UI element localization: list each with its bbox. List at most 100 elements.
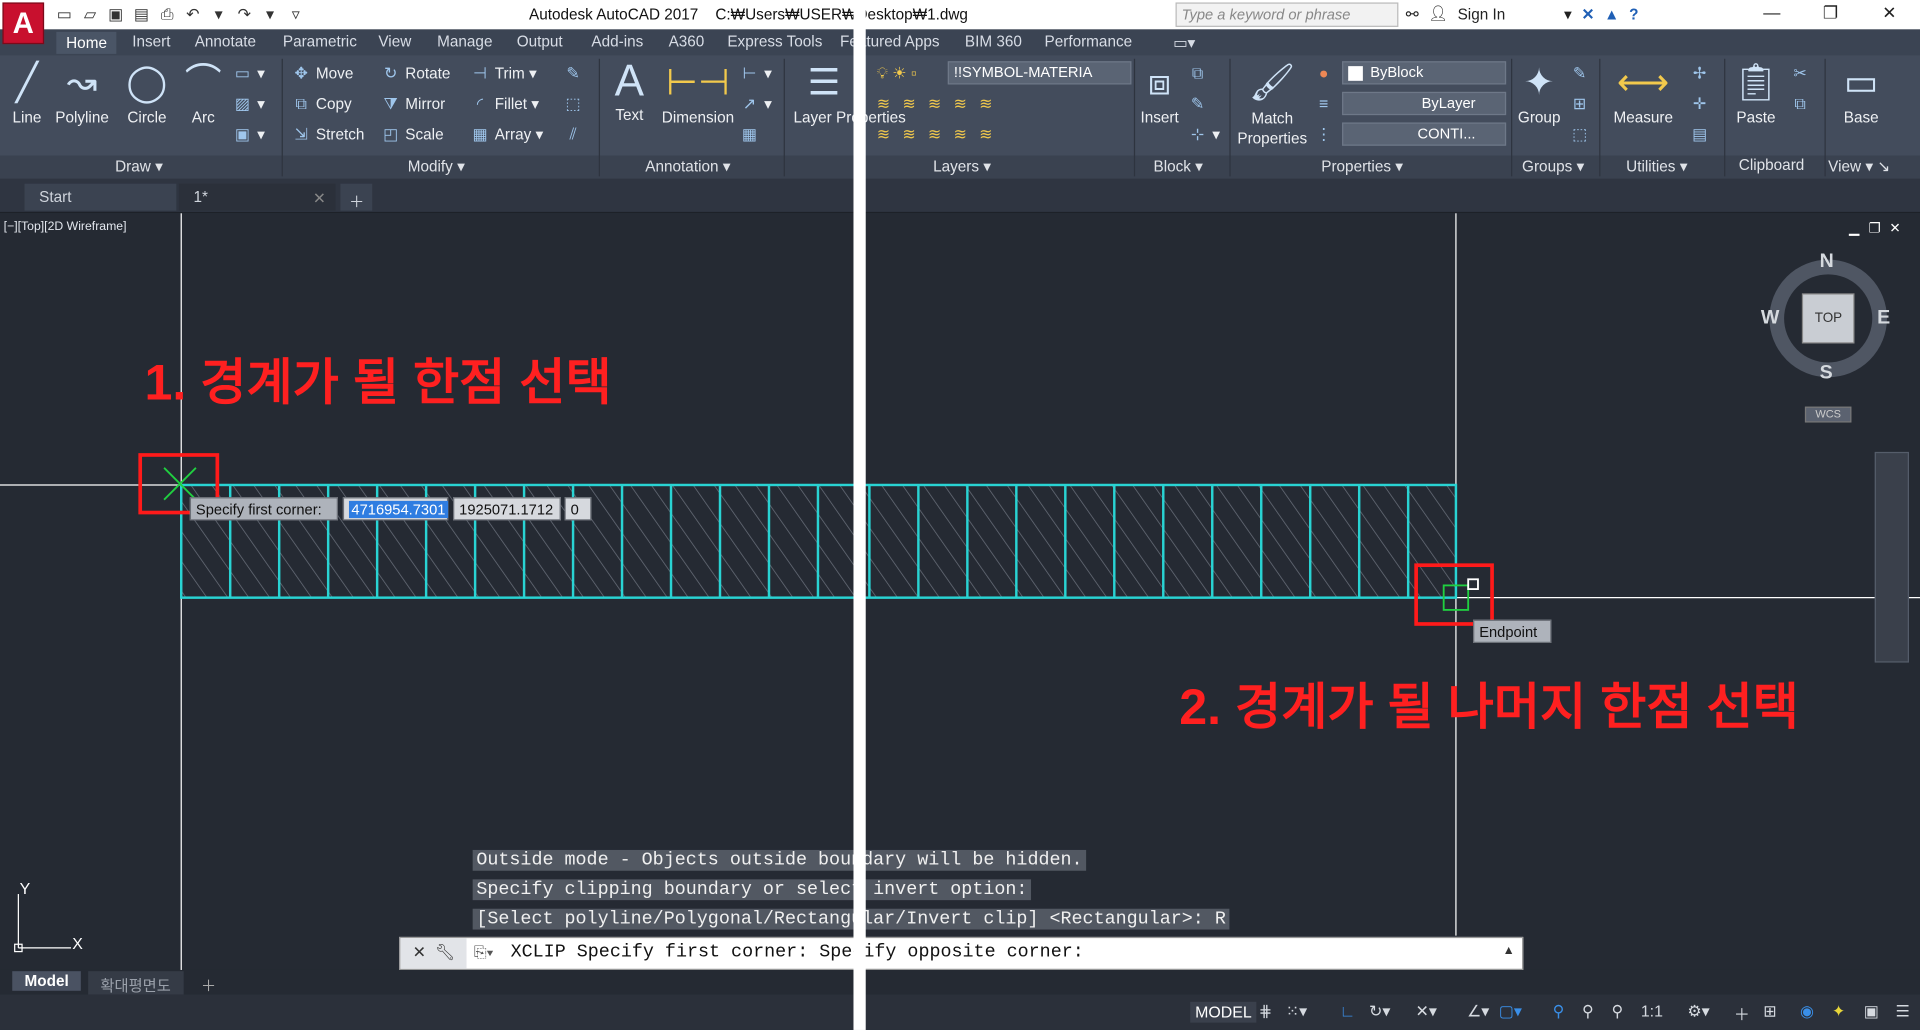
dynamic-input-z[interactable]: 0 — [564, 497, 592, 521]
close-command-line-icon[interactable]: ✕ — [413, 943, 426, 961]
panel-annotation[interactable]: Annotation ▾ — [645, 157, 730, 175]
panel-groups[interactable]: Groups ▾ — [1522, 157, 1584, 175]
sign-in-button[interactable]: Sign In — [1458, 6, 1506, 23]
compass-n[interactable]: N — [1820, 251, 1834, 273]
tab-layout1[interactable]: 확대평면도 — [88, 971, 184, 997]
tab-bim-360[interactable]: BIM 360 — [965, 33, 1022, 50]
layer-dropdown[interactable]: !!SYMBOL-MATERIA — [947, 61, 1132, 85]
group-edit-icon[interactable]: ⊞ — [1570, 94, 1594, 114]
fillet-button[interactable]: ◜ Fillet ▾ — [470, 94, 539, 114]
polyline-button[interactable]: ↝ Polyline — [54, 61, 110, 126]
sign-in-dropdown-icon[interactable]: ▾ — [1564, 5, 1572, 23]
command-history-toggle-icon[interactable]: ▲ — [1503, 944, 1515, 957]
save-icon[interactable]: ▣ — [105, 5, 126, 25]
panel-view[interactable]: View ▾ ↘ — [1828, 157, 1890, 175]
explode-icon[interactable]: ⬚ — [563, 94, 587, 114]
copy-button[interactable]: ⧉ Copy — [291, 94, 352, 114]
object-snap-icon[interactable]: ▢▾ — [1499, 1002, 1522, 1022]
measure-button[interactable]: ⟷ Measure — [1609, 61, 1678, 126]
auto-scale-icon[interactable]: ⚲ — [1582, 1002, 1594, 1022]
lightbulb-icon[interactable]: 💡︎ ☀ ▫ — [877, 64, 917, 84]
customize-qat-icon[interactable]: ▿ — [285, 5, 306, 25]
dimension-button[interactable]: ⊢⊣ Dimension — [661, 61, 734, 126]
offset-icon[interactable]: ⫽ — [563, 125, 587, 145]
circle-button[interactable]: ◯ Circle — [124, 61, 171, 126]
viewport-restore-icon[interactable]: ❐ — [1869, 220, 1881, 237]
panel-draw[interactable]: Draw ▾ — [115, 157, 163, 175]
linear-dim-icon[interactable]: ⊢ ▾ — [740, 64, 771, 84]
erase-icon[interactable]: ✎ — [563, 64, 587, 84]
command-line[interactable]: ✕ 🔧︎ ⎘▾ XCLIP Specify first corner: Spec… — [399, 936, 1524, 970]
model-space-button[interactable]: MODEL — [1190, 1001, 1257, 1023]
tab-performance[interactable]: Performance — [1044, 33, 1132, 50]
rectangle-icon[interactable]: ▭ ▾ — [233, 64, 265, 84]
drawing-canvas[interactable]: [−][Top][2D Wireframe] 1. 경계가 될 한점 선택 2.… — [0, 213, 1920, 970]
mirror-button[interactable]: ⧩ Mirror — [381, 94, 445, 114]
annotation-scale-icon[interactable]: ⚲ — [1611, 1002, 1623, 1022]
viewport-close-icon[interactable]: ✕ — [1889, 220, 1900, 237]
leader-icon[interactable]: ↗ ▾ — [740, 94, 772, 114]
new-tab-icon[interactable]: ＋ — [340, 183, 373, 211]
tab-view[interactable]: View — [378, 33, 411, 50]
trim-button[interactable]: ⊣ Trim ▾ — [470, 64, 537, 84]
ortho-icon[interactable]: ∟ — [1340, 1002, 1356, 1020]
annotation-monitor-icon[interactable]: ＋ — [1734, 1002, 1750, 1025]
dynamic-input-y[interactable]: 1925071.1712 — [453, 497, 561, 521]
tab-annotate[interactable]: Annotate — [195, 33, 256, 50]
ungroup-icon[interactable]: ✎ — [1570, 64, 1594, 84]
undo-dropdown-icon[interactable]: ▾ — [208, 5, 229, 25]
annotation-visibility-icon[interactable]: ⚲ — [1553, 1002, 1565, 1022]
snap-icon[interactable]: ⁙▾ — [1286, 1002, 1307, 1022]
clean-screen-icon[interactable]: ▣ — [1864, 1002, 1879, 1022]
osnap-tracking-icon[interactable]: ∠▾ — [1467, 1002, 1489, 1022]
wcs-menu[interactable]: WCS — [1804, 406, 1852, 423]
point-icon[interactable]: ✛ — [1690, 94, 1714, 114]
tab-parametric[interactable]: Parametric — [283, 33, 357, 50]
navigation-bar[interactable] — [1874, 451, 1909, 663]
panel-clipboard[interactable]: Clipboard — [1739, 157, 1805, 174]
lineweight-dropdown[interactable]: CONTI... — [1342, 122, 1507, 146]
layer-state-icon[interactable]: ≋≋≋≋≋ — [877, 125, 1005, 145]
isolate-objects-icon[interactable]: ◉ — [1800, 1002, 1814, 1022]
tab-model[interactable]: Model — [12, 971, 81, 991]
tab-output[interactable]: Output — [517, 33, 563, 50]
rotate-button[interactable]: ↻ Rotate — [381, 64, 450, 84]
user-icon[interactable]: 👤︎ — [1428, 5, 1447, 23]
grid-icon[interactable]: ⋕ — [1259, 1002, 1272, 1022]
binoculars-icon[interactable]: ⚯ — [1406, 5, 1419, 23]
open-icon[interactable]: ▱ — [80, 5, 101, 25]
stretch-button[interactable]: ⇲ Stretch — [291, 125, 365, 145]
layer-properties-button[interactable]: ☰ Layer Properties — [793, 61, 905, 126]
polar-icon[interactable]: ↻▾ — [1369, 1002, 1390, 1022]
edit-block-icon[interactable]: ✎ — [1188, 94, 1212, 114]
tab-home[interactable]: Home — [56, 31, 117, 54]
linetype-dropdown[interactable]: ByLayer — [1342, 91, 1507, 116]
units-icon[interactable]: ⊞ — [1763, 1002, 1776, 1022]
region-icon[interactable]: ▣ ▾ — [233, 125, 265, 145]
create-block-icon[interactable]: ⧉ — [1188, 64, 1212, 84]
save-as-icon[interactable]: ▤ — [131, 5, 152, 25]
panel-modify[interactable]: Modify ▾ — [408, 157, 465, 175]
base-button[interactable]: ▭ Base — [1837, 61, 1886, 126]
linetype-icon[interactable]: ≡ — [1314, 94, 1338, 112]
search-input[interactable]: Type a keyword or phrase — [1175, 2, 1399, 27]
file-tab-start[interactable]: Start — [24, 183, 177, 211]
autocad-logo-icon[interactable]: A — [2, 2, 45, 45]
hardware-acceleration-icon[interactable]: ✦ — [1832, 1002, 1845, 1022]
line-button[interactable]: ╱ Line — [7, 61, 46, 126]
redo-icon[interactable]: ↷ — [234, 5, 255, 25]
isodraft-icon[interactable]: ✕▾ — [1416, 1002, 1437, 1022]
compass-e[interactable]: E — [1877, 307, 1890, 329]
panel-properties[interactable]: Properties ▾ — [1321, 157, 1403, 175]
panel-utilities[interactable]: Utilities ▾ — [1626, 157, 1687, 175]
undo-icon[interactable]: ↶ — [182, 5, 203, 25]
cut-icon[interactable]: ✂ — [1790, 64, 1814, 84]
panel-layers[interactable]: Layers ▾ — [933, 157, 991, 175]
dynamic-input-x[interactable]: 4716954.7301 — [342, 497, 449, 521]
color-dropdown[interactable]: ByBlock — [1342, 61, 1507, 85]
paste-button[interactable]: 📋︎ Paste — [1731, 61, 1780, 126]
tab-a360[interactable]: A360 — [669, 33, 705, 50]
help-icon[interactable]: ? — [1629, 6, 1638, 23]
quick-select-icon[interactable]: ✢ — [1690, 64, 1714, 84]
tab-manage[interactable]: Manage — [437, 33, 492, 50]
